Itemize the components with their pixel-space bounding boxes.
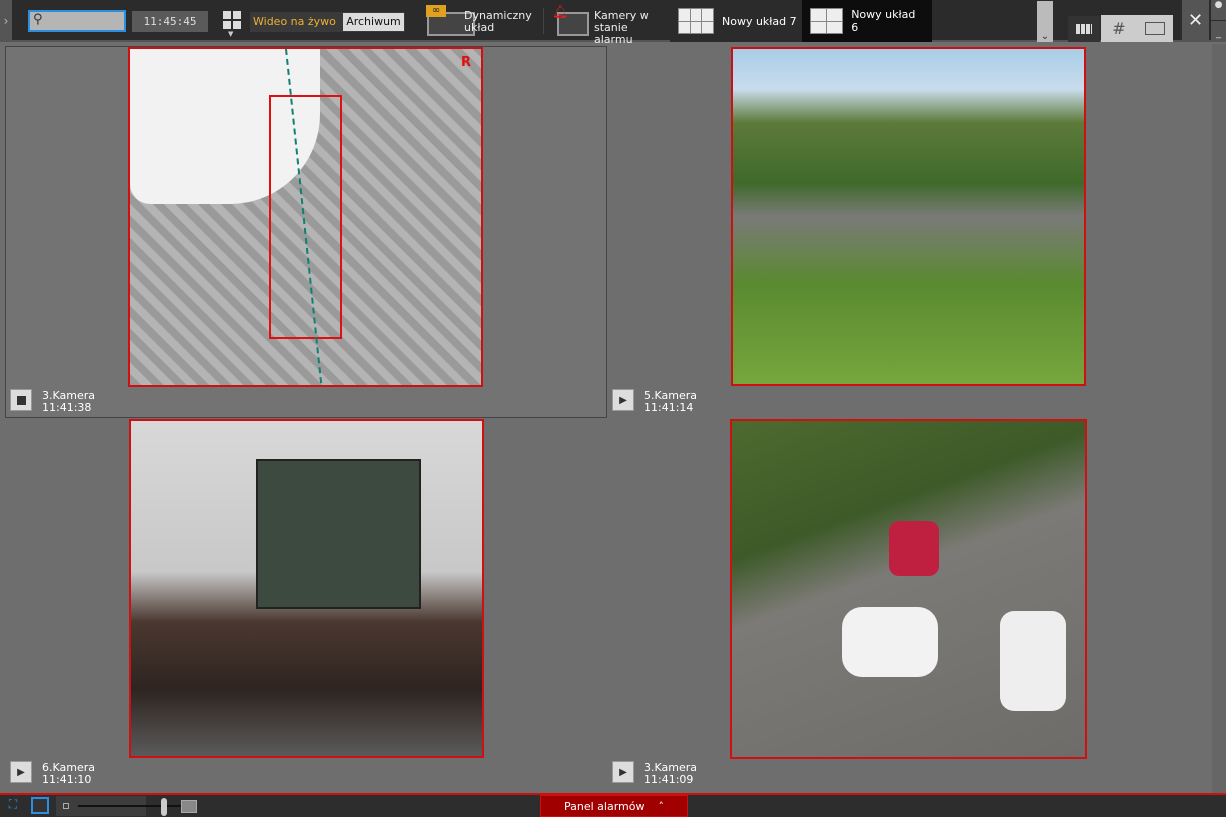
slider-track xyxy=(78,805,183,807)
layout-tab-6[interactable]: Nowy układ 6 xyxy=(802,0,932,42)
play-icon: ▶ xyxy=(17,766,25,778)
camera-time: 11:41:14 xyxy=(644,401,694,414)
alarm-cameras-button[interactable]: 🔔︎ Kamery w stanie alarmu xyxy=(552,5,667,46)
car-image xyxy=(842,607,938,677)
alarm-cameras-label-2: stanie alarmu xyxy=(594,21,633,46)
vertical-scrollbar[interactable] xyxy=(1212,44,1226,794)
play-icon: ▶ xyxy=(619,394,627,406)
expand-panel-button[interactable]: › xyxy=(0,0,12,42)
grid-icon xyxy=(1076,24,1092,34)
search-icon: ⚲ xyxy=(33,12,43,27)
bell-icon: 🔔︎ xyxy=(552,5,569,20)
dynamic-layout-button[interactable]: ∞ Dynamiczny układ xyxy=(424,5,534,37)
toolbar: › ⚲ 11:45:45 ▼ Wideo na żywo Archiwum ∞ … xyxy=(0,0,1226,46)
layout-tab-label: Nowy układ 6 xyxy=(851,8,916,34)
car-image xyxy=(889,521,939,576)
search-input[interactable]: ⚲ xyxy=(28,10,126,32)
zoom-slider[interactable] xyxy=(56,796,183,816)
tools-icon: ✕ xyxy=(1187,10,1204,31)
play-button[interactable]: ▶ xyxy=(10,761,32,783)
infinity-icon: ∞ xyxy=(426,5,446,17)
camera-view-2[interactable] xyxy=(731,47,1086,386)
small-size-icon xyxy=(63,803,69,809)
layout-grid-menu-icon[interactable] xyxy=(223,11,241,29)
live-video-tab[interactable]: Wideo na żywo xyxy=(253,12,336,32)
alarm-focus-button[interactable]: ⛶ xyxy=(3,797,23,815)
slider-thumb[interactable] xyxy=(161,798,167,816)
alarm-panel-button[interactable]: Panel alarmów ˄ xyxy=(540,795,688,817)
camera-label-1: 3.Kamera 11:41:38 xyxy=(42,390,95,414)
camera-view-4[interactable] xyxy=(730,419,1087,759)
divider xyxy=(543,8,544,34)
grid-2x2-icon xyxy=(810,8,844,34)
settings-button[interactable]: ✕ xyxy=(1182,0,1209,42)
dynamic-layout-label-2: układ xyxy=(464,21,495,34)
van-image xyxy=(1000,611,1066,711)
camera-view-1[interactable]: R xyxy=(128,47,483,387)
frame-toggle-button[interactable] xyxy=(31,797,49,814)
hash-icon: # xyxy=(1112,19,1126,38)
pin-button[interactable]: ● xyxy=(1211,0,1226,20)
layouts-dropdown-button[interactable]: ⌄ xyxy=(1037,1,1053,42)
alarm-panel-label: Panel alarmów xyxy=(564,799,645,813)
play-button[interactable]: ▶ xyxy=(612,389,634,411)
single-view-button[interactable] xyxy=(1137,15,1173,42)
camera-time: 11:41:10 xyxy=(42,773,92,786)
grid-3x2-icon xyxy=(678,8,714,34)
archive-tab[interactable]: Archiwum xyxy=(343,13,404,31)
chevron-up-icon: ˄ xyxy=(658,799,664,813)
clock: 11:45:45 xyxy=(132,11,208,32)
minimize-button[interactable]: _ xyxy=(1211,21,1226,42)
pin-icon: ● xyxy=(1214,0,1223,10)
grid-view-button[interactable] xyxy=(1068,16,1100,42)
play-icon: ▶ xyxy=(619,766,627,778)
crosshair-view-button[interactable]: # xyxy=(1101,15,1137,42)
stop-icon xyxy=(16,395,26,405)
camera-label-2: 5.Kamera 11:41:14 xyxy=(644,390,697,414)
stop-button[interactable] xyxy=(10,389,32,411)
recording-badge: R xyxy=(460,55,471,70)
large-size-icon xyxy=(181,800,197,813)
camera-label-4: 3.Kamera 11:41:09 xyxy=(644,762,697,786)
window-icon xyxy=(1145,22,1165,35)
camera-time: 11:41:09 xyxy=(644,773,694,786)
minimize-icon: _ xyxy=(1216,28,1221,39)
camera-time: 11:41:38 xyxy=(42,401,92,414)
camera-view-3[interactable] xyxy=(129,419,484,758)
detection-box xyxy=(269,95,342,339)
chevron-down-icon[interactable]: ▼ xyxy=(228,30,233,38)
play-button[interactable]: ▶ xyxy=(612,761,634,783)
bell-focus-icon: ⛶ xyxy=(8,797,18,811)
layout-tab-label: Nowy układ 7 xyxy=(722,14,797,28)
camera-label-3: 6.Kamera 11:41:10 xyxy=(42,762,95,786)
layout-tab-7[interactable]: Nowy układ 7 xyxy=(670,0,805,42)
video-wall xyxy=(256,459,421,609)
